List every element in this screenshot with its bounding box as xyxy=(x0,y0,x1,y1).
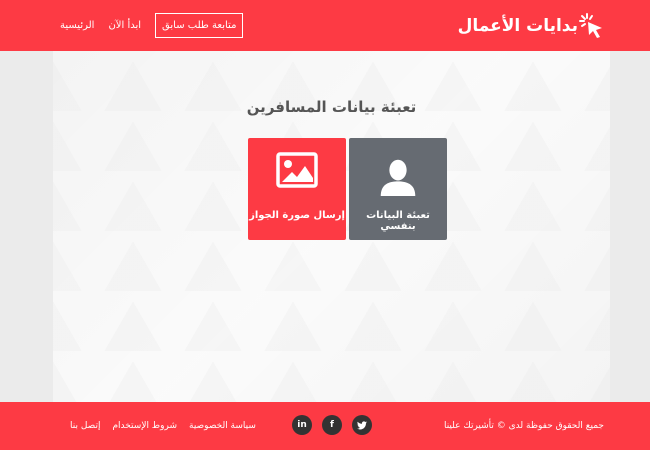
card-label: تعبئة البيانات بنفسي xyxy=(366,210,430,232)
footer-link-privacy[interactable]: سياسة الخصوصية xyxy=(189,421,256,431)
page-title: تعبئة بيانات المسافرين xyxy=(246,98,417,116)
main-content: تعبئة بيانات المسافرين إرسال صورة الجواز… xyxy=(53,51,610,402)
main-nav: الرئيسية ابدأ الآن متابعة طلب سابق xyxy=(60,12,244,39)
fill-data-myself-card[interactable]: تعبئة البيانات بنفسي xyxy=(349,138,447,240)
logo-text: بدايات الأعمال xyxy=(457,16,578,36)
linkedin-icon[interactable]: in xyxy=(292,415,312,435)
twitter-bird-icon xyxy=(357,420,367,429)
social-links: in f xyxy=(292,415,382,435)
user-icon xyxy=(380,159,416,196)
facebook-icon[interactable]: f xyxy=(322,415,342,435)
image-icon xyxy=(276,152,318,188)
nav-home[interactable]: الرئيسية xyxy=(60,20,94,31)
header: بدايات الأعمال الرئيسية ابدأ الآن متابعة… xyxy=(0,0,650,51)
logo[interactable]: بدايات الأعمال xyxy=(454,12,606,40)
footer-link-terms[interactable]: شروط الإستخدام xyxy=(112,421,177,431)
cursor-click-icon xyxy=(579,13,602,38)
nav-follow-request-button[interactable]: متابعة طلب سابق xyxy=(155,13,244,38)
twitter-icon[interactable] xyxy=(352,415,372,435)
footer: سياسة الخصوصية شروط الإستخدام إتصل بنا i… xyxy=(0,402,650,450)
card-label: إرسال صورة الجواز xyxy=(249,210,345,221)
nav-start[interactable]: ابدأ الآن xyxy=(108,20,141,31)
send-passport-image-card[interactable]: إرسال صورة الجواز xyxy=(248,138,346,240)
footer-link-contact[interactable]: إتصل بنا xyxy=(70,421,100,431)
copyright-text: جميع الحقوق حفوظة لدى © تأشيرتك علينا xyxy=(443,421,604,431)
footer-links: سياسة الخصوصية شروط الإستخدام إتصل بنا xyxy=(58,421,256,431)
